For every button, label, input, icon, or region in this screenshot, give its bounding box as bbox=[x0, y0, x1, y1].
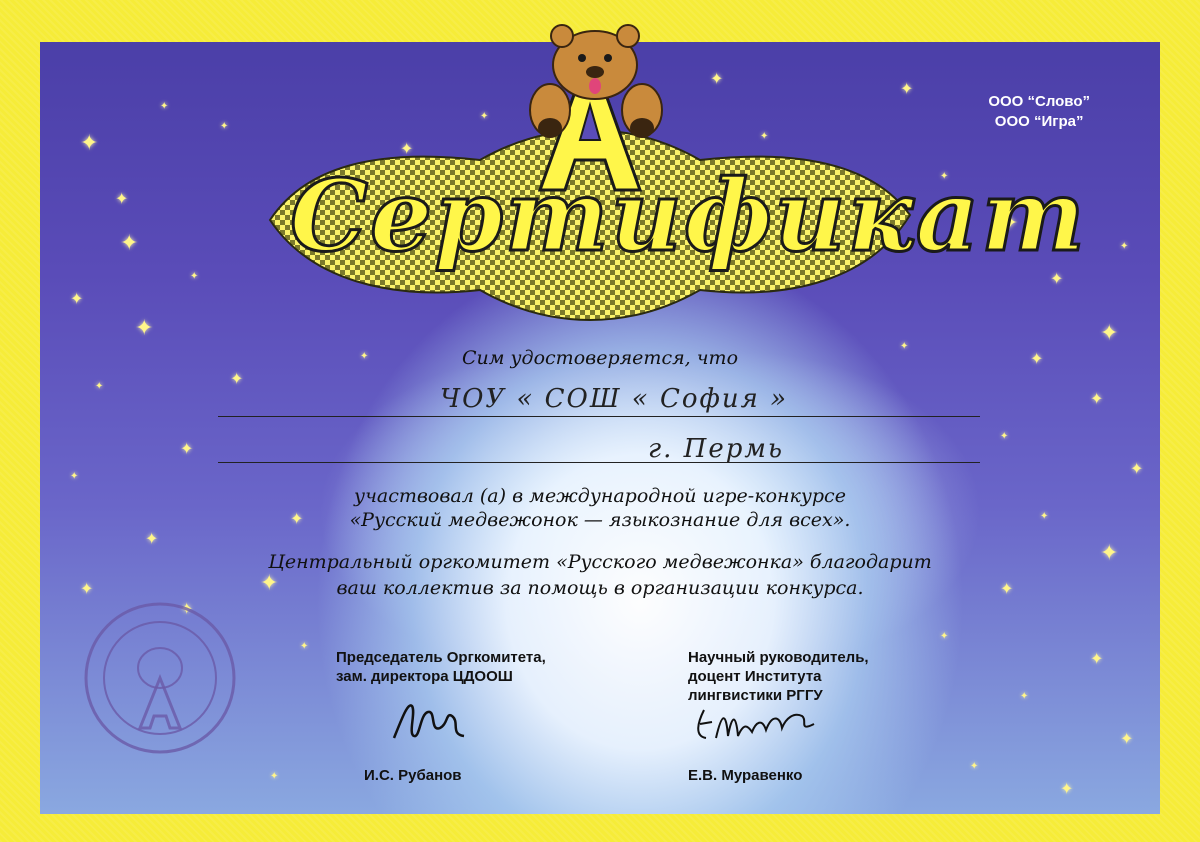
recipient-city: г. Пермь bbox=[648, 434, 785, 464]
star-icon: ✦ bbox=[940, 631, 949, 642]
star-icon: ✦ bbox=[180, 441, 194, 458]
participation-line-1: участвовал (а) в международной игре-конк… bbox=[354, 485, 846, 507]
thanks-line-2: ваш коллектив за помощь в организации ко… bbox=[336, 577, 864, 599]
signatory-right-title-2: доцент Института bbox=[688, 668, 822, 685]
star-icon: ✦ bbox=[1050, 271, 1064, 288]
star-icon: ✦ bbox=[300, 641, 309, 652]
star-icon: ✦ bbox=[190, 271, 199, 282]
signatory-right-name: Е.В. Муравенко bbox=[688, 767, 803, 784]
city-underline bbox=[218, 462, 980, 463]
participation-line-2: «Русский медвежонок — языкознание для вс… bbox=[349, 509, 851, 531]
star-icon: ✦ bbox=[1120, 731, 1134, 748]
intro-text: Сим удостоверяется, что bbox=[461, 347, 739, 369]
organizer-companies: ООО “Слово” ООО “Игра” bbox=[988, 92, 1090, 132]
signature-left bbox=[392, 704, 465, 739]
star-icon: ✦ bbox=[115, 191, 129, 208]
signatory-right: Научный руководитель, доцент Института л… bbox=[688, 648, 869, 705]
star-icon: ✦ bbox=[1060, 781, 1074, 798]
star-icon: ✦ bbox=[230, 371, 244, 388]
star-icon: ✦ bbox=[1090, 651, 1104, 668]
star-icon: ✦ bbox=[220, 121, 229, 132]
signatory-left: Председатель Оргкомитета, зам. директора… bbox=[336, 648, 546, 686]
star-icon: ✦ bbox=[1020, 691, 1029, 702]
star-icon: ✦ bbox=[80, 130, 99, 155]
star-icon: ✦ bbox=[970, 761, 979, 772]
star-icon: ✦ bbox=[1120, 241, 1129, 252]
star-icon: ✦ bbox=[145, 531, 159, 548]
certificate-title: Сертификат bbox=[289, 159, 1087, 274]
official-stamp bbox=[84, 602, 236, 754]
star-icon: ✦ bbox=[1090, 391, 1104, 408]
recipient-underline bbox=[218, 416, 980, 417]
star-icon: ✦ bbox=[120, 230, 139, 255]
star-icon: ✦ bbox=[1100, 320, 1119, 345]
company-name: ООО “Игра” bbox=[994, 113, 1084, 130]
company-name: ООО “Слово” bbox=[988, 93, 1090, 110]
signatory-left-name: И.С. Рубанов bbox=[364, 767, 462, 784]
signatory-left-title-1: Председатель Оргкомитета, bbox=[336, 649, 546, 666]
star-icon: ✦ bbox=[70, 291, 84, 308]
thanks-line-1: Центральный оргкомитет «Русского медвежо… bbox=[268, 551, 932, 573]
recipient-name: ЧОУ « СОШ « София » bbox=[440, 384, 788, 414]
signature-right bbox=[697, 709, 815, 739]
signatory-right-title-1: Научный руководитель, bbox=[688, 649, 869, 666]
star-icon: ✦ bbox=[135, 315, 154, 340]
star-icon: ✦ bbox=[70, 471, 79, 482]
star-icon: ✦ bbox=[95, 381, 104, 392]
star-icon: ✦ bbox=[160, 101, 169, 112]
signatory-left-title-2: зам. директора ЦДООШ bbox=[336, 668, 513, 685]
star-icon: ✦ bbox=[270, 771, 279, 782]
star-icon: ✦ bbox=[1000, 431, 1009, 442]
star-icon: ✦ bbox=[1130, 461, 1144, 478]
